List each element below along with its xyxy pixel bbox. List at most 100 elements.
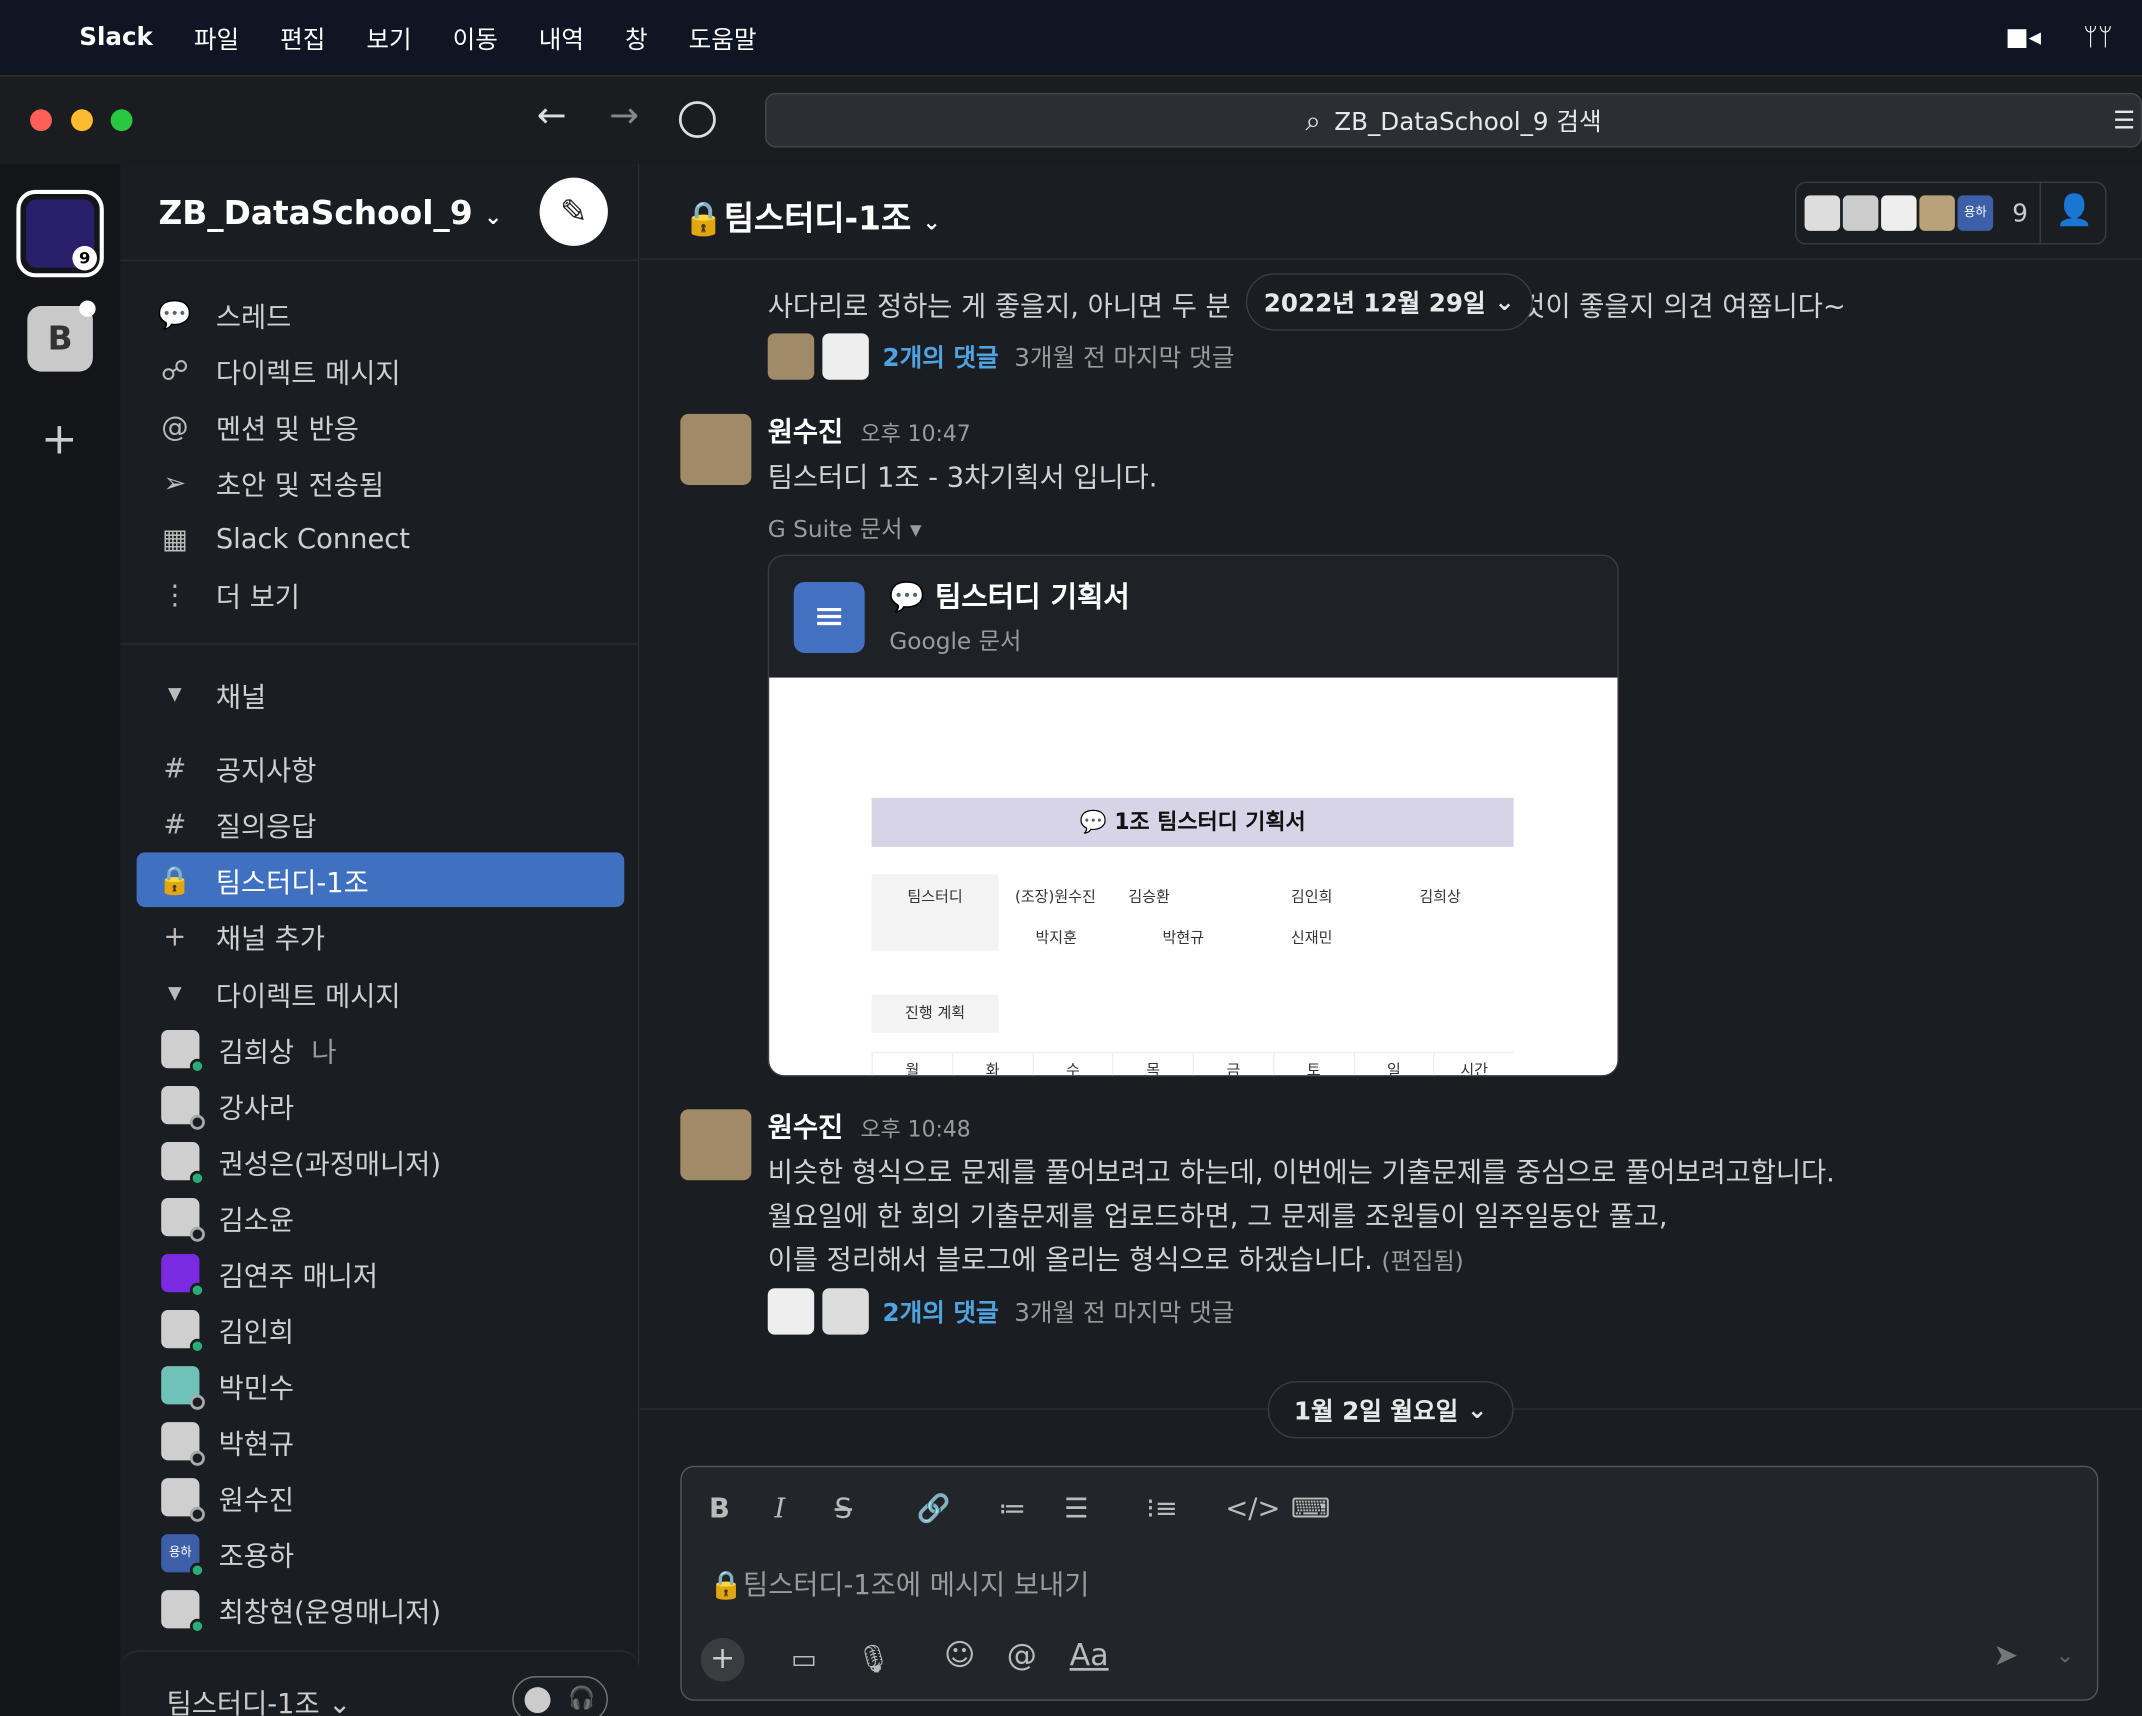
date-divider[interactable]: 1월 2일 월요일 ⌄ bbox=[1267, 1381, 1514, 1439]
bullet-list-button[interactable]: ☰ bbox=[1064, 1492, 1089, 1525]
menu-app[interactable]: Slack bbox=[79, 23, 153, 52]
strike-button[interactable]: S bbox=[835, 1492, 852, 1525]
message-text: 비슷한 형식으로 문제를 풀어보려고 하는데, 이번에는 기출문제를 중심으로 … bbox=[767, 1155, 1835, 1276]
attachment-label[interactable]: G Suite 문서 ▾ bbox=[768, 510, 922, 543]
huddle-toggle[interactable]: 🎧 bbox=[512, 1676, 608, 1716]
add-member-icon[interactable]: 👤 bbox=[2056, 194, 2093, 228]
channel-item[interactable]: # 질의응답 bbox=[137, 796, 625, 851]
workspace-name[interactable]: ZB_DataSchool_9 ⌄ bbox=[158, 194, 502, 232]
code-block-button[interactable]: ⌨ bbox=[1291, 1492, 1330, 1525]
ordered-list-button[interactable]: ≔ bbox=[999, 1492, 1026, 1525]
author-avatar[interactable] bbox=[680, 413, 752, 485]
airpods-icon[interactable]: ᛘᛘ bbox=[2083, 23, 2113, 52]
channel-item[interactable]: 🔒 팀스터디-1조 bbox=[136, 852, 625, 908]
search-input[interactable]: ⌕ ZB_DataSchool_9 검색 ☰ bbox=[764, 92, 2142, 148]
hash-icon: # bbox=[163, 807, 187, 841]
doc-type: Google 문서 bbox=[889, 628, 1022, 656]
send-options-chevron-icon[interactable]: ⌄ bbox=[2056, 1642, 2074, 1668]
menu-view[interactable]: 보기 bbox=[366, 20, 411, 56]
italic-button[interactable]: I bbox=[775, 1492, 786, 1525]
video-clip-icon[interactable]: ▭ bbox=[791, 1642, 817, 1675]
reply-avatar bbox=[767, 1288, 815, 1335]
more-icon: ⋮ bbox=[161, 577, 189, 611]
author-name[interactable]: 원수진 bbox=[768, 1111, 843, 1144]
video-icon[interactable]: ■◂ bbox=[2005, 23, 2041, 52]
menu-file[interactable]: 파일 bbox=[194, 20, 239, 56]
menu-window[interactable]: 창 bbox=[625, 20, 648, 56]
sidebar-item-4[interactable]: ▦ Slack Connect bbox=[137, 511, 625, 566]
day-cell: 토 bbox=[1272, 1053, 1353, 1076]
dm-item[interactable]: 김인희 bbox=[137, 1302, 625, 1357]
author-name[interactable]: 원수진 bbox=[768, 415, 843, 448]
forward-arrow-icon[interactable]: → bbox=[609, 96, 639, 137]
menu-go[interactable]: 이동 bbox=[453, 20, 498, 56]
menu-help[interactable]: 도움말 bbox=[689, 20, 757, 56]
gdoc-attachment[interactable]: ≡ 💬 팀스터디 기획서 Google 문서 💬 1조 팀스터디 기획서 팀스터… bbox=[767, 554, 1619, 1077]
emoji-icon[interactable]: ☺ bbox=[944, 1639, 975, 1673]
members-button[interactable]: 용하 9 👤 bbox=[1795, 181, 2107, 245]
dm-item[interactable]: 권성은(과정매니저) bbox=[137, 1134, 625, 1189]
avatar bbox=[161, 1086, 205, 1130]
add-attachment-button[interactable]: + bbox=[700, 1637, 745, 1682]
dm-item[interactable]: 박민수 bbox=[137, 1358, 625, 1413]
date-divider[interactable]: 2022년 12월 29일 ⌄ bbox=[1245, 273, 1533, 331]
history-clock-icon[interactable] bbox=[678, 101, 716, 138]
day-cell: 수 bbox=[1032, 1053, 1112, 1076]
doc-preview[interactable]: 💬 1조 팀스터디 기획서 팀스터디 (조장)원수진 김승환 김인희 김희상 박… bbox=[769, 677, 1618, 1076]
thread-replies[interactable]: 2개의 댓글 3개월 전 마지막 댓글 bbox=[767, 1288, 1234, 1335]
dm-item[interactable]: 원수진 bbox=[137, 1470, 625, 1525]
sidebar-item-3[interactable]: ➢ 초안 및 전송됨 bbox=[137, 455, 625, 510]
mention-icon[interactable]: @ bbox=[1007, 1639, 1037, 1673]
google-docs-icon: ≡ bbox=[793, 581, 865, 653]
sidebar-item-0[interactable]: 💬 스레드 bbox=[137, 287, 625, 342]
link-button[interactable]: 🔗 bbox=[917, 1492, 951, 1525]
message-header: 원수진 오후 10:47 bbox=[767, 415, 971, 449]
add-workspace-icon[interactable]: + bbox=[41, 413, 78, 465]
thread-replies[interactable]: 2개의 댓글 3개월 전 마지막 댓글 bbox=[767, 333, 1234, 380]
code-button[interactable]: </> bbox=[1225, 1492, 1280, 1525]
channel-title[interactable]: 🔒팀스터디-1조 ⌄ bbox=[683, 191, 941, 239]
dm-item[interactable]: 김소윤 bbox=[137, 1190, 625, 1245]
dm-item[interactable]: 박현규 bbox=[137, 1414, 625, 1469]
workspace-switcher-current[interactable]: 9 bbox=[16, 189, 104, 278]
menu-edit[interactable]: 편집 bbox=[280, 20, 325, 56]
member-avatar bbox=[1881, 195, 1917, 231]
dm-item[interactable]: 최창현(운영매니저) bbox=[137, 1582, 625, 1637]
sidebar-item-1[interactable]: ☍ 다이렉트 메시지 bbox=[137, 343, 625, 398]
dm-item[interactable]: 강사라 bbox=[137, 1078, 625, 1133]
channel-item[interactable]: # 공지사항 bbox=[137, 740, 625, 795]
avatar bbox=[161, 1030, 205, 1074]
dm-item[interactable]: 김희상 나 bbox=[137, 1022, 625, 1077]
avatar bbox=[161, 1254, 205, 1298]
sidebar-item-5[interactable]: ⋮ 더 보기 bbox=[137, 567, 625, 622]
channel-item[interactable]: + 채널 추가 bbox=[137, 908, 625, 963]
format-toggle-button[interactable]: Aa bbox=[1070, 1639, 1109, 1673]
zoom-window-button[interactable] bbox=[110, 109, 133, 132]
message-input[interactable]: 🔒팀스터디-1조에 메시지 보내기 bbox=[709, 1563, 2061, 1603]
workspace-badge: 9 bbox=[72, 245, 97, 271]
channels-section-header[interactable]: ▼ 채널 bbox=[137, 667, 625, 722]
send-icon[interactable]: ➤ bbox=[1993, 1639, 2018, 1673]
bold-button[interactable]: B bbox=[709, 1492, 730, 1525]
presence-indicator bbox=[189, 1450, 205, 1466]
dm-section-header[interactable]: ▼ 다이렉트 메시지 bbox=[137, 966, 625, 1021]
sidebar-item-2[interactable]: @ 멘션 및 반응 bbox=[137, 399, 625, 454]
presence-indicator bbox=[189, 1506, 205, 1522]
huddle-channel[interactable]: 팀스터디-1조 ⌄ bbox=[167, 1682, 352, 1716]
filter-icon[interactable]: ☰ bbox=[2113, 106, 2135, 135]
presence-indicator bbox=[189, 1226, 205, 1242]
dm-item[interactable]: 김연주 매니저 bbox=[137, 1246, 625, 1301]
doc-title: 💬 팀스터디 기획서 bbox=[889, 580, 1130, 614]
menu-history[interactable]: 내역 bbox=[539, 20, 584, 56]
minimize-window-button[interactable] bbox=[71, 109, 93, 132]
reply-avatar bbox=[822, 1288, 869, 1335]
dm-item[interactable]: 용하 조용하 bbox=[137, 1526, 625, 1581]
message-text: 팀스터디 1조 - 3차기획서 입니다. bbox=[767, 460, 1158, 494]
member-avatar bbox=[1804, 195, 1841, 231]
microphone-icon[interactable]: 🎙 bbox=[857, 1642, 892, 1675]
compose-button[interactable]: ✎ bbox=[539, 177, 608, 246]
author-avatar[interactable] bbox=[680, 1109, 752, 1181]
close-window-button[interactable] bbox=[30, 109, 52, 132]
blockquote-button[interactable]: ⁝≡ bbox=[1146, 1492, 1178, 1525]
back-arrow-icon[interactable]: ← bbox=[537, 96, 567, 137]
